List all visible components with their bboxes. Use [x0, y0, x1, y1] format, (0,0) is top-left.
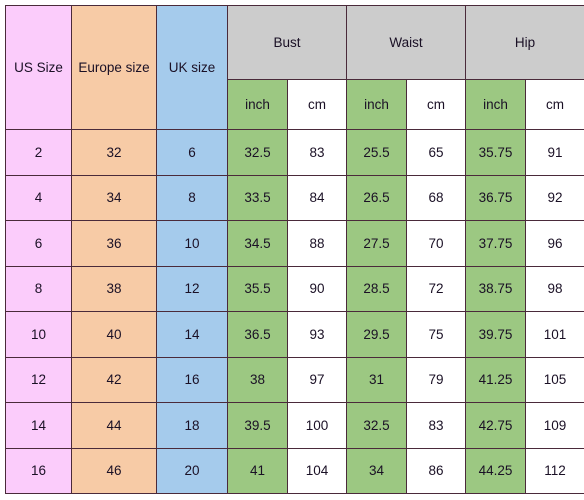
column-header-hip: Hip	[465, 5, 584, 80]
cell-waist-inch: 26.5	[346, 174, 408, 221]
cell-waist-inch: 27.5	[346, 220, 408, 267]
cell-us-size: 10	[5, 311, 72, 358]
unit-header-waist-inch: inch	[346, 79, 408, 130]
cell-hip-inch: 36.75	[465, 174, 527, 221]
table-body: 2 32 6 32.5 83 25.5 65 35.75 91 4 34 8 33.5 84 26.5 68 3…	[5, 129, 584, 494]
cell-uk-size: 14	[156, 311, 228, 358]
table-row: 14 44 18 39.5 100 32.5 83 42.75 109	[5, 402, 584, 449]
cell-hip-inch: 37.75	[465, 220, 527, 267]
cell-hip-cm: 105	[525, 356, 584, 403]
cell-hip-cm: 91	[525, 129, 584, 176]
cell-europe-size: 32	[71, 129, 157, 176]
cell-waist-cm: 72	[406, 265, 467, 312]
cell-bust-cm: 83	[286, 129, 348, 176]
cell-uk-size: 6	[156, 129, 228, 176]
cell-hip-cm: 109	[525, 402, 584, 449]
cell-hip-cm: 101	[525, 311, 584, 358]
cell-waist-cm: 65	[406, 129, 467, 176]
cell-uk-size: 10	[156, 220, 228, 267]
cell-waist-cm: 79	[406, 356, 467, 403]
cell-bust-inch: 33.5	[227, 174, 288, 221]
cell-waist-cm: 83	[406, 402, 467, 449]
cell-hip-cm: 98	[525, 265, 584, 312]
size-chart-container: US Size Europe size UK size Bust Waist H…	[0, 0, 584, 500]
cell-hip-cm: 112	[525, 447, 584, 494]
cell-waist-inch: 28.5	[346, 265, 408, 312]
cell-us-size: 6	[5, 220, 72, 267]
cell-hip-inch: 42.75	[465, 402, 527, 449]
cell-us-size: 16	[5, 447, 72, 494]
cell-bust-inch: 36.5	[227, 311, 288, 358]
cell-bust-cm: 97	[286, 356, 348, 403]
cell-bust-cm: 104	[286, 447, 348, 494]
column-header-uk-size: UK size	[156, 5, 228, 130]
cell-hip-inch: 44.25	[465, 447, 527, 494]
cell-bust-inch: 35.5	[227, 265, 288, 312]
cell-europe-size: 34	[71, 174, 157, 221]
cell-us-size: 4	[5, 174, 72, 221]
cell-europe-size: 44	[71, 402, 157, 449]
cell-bust-inch: 32.5	[227, 129, 288, 176]
cell-hip-cm: 92	[525, 174, 584, 221]
cell-waist-cm: 70	[406, 220, 467, 267]
column-header-us-size: US Size	[5, 5, 72, 130]
cell-us-size: 8	[5, 265, 72, 312]
cell-hip-inch: 39.75	[465, 311, 527, 358]
table-row: 10 40 14 36.5 93 29.5 75 39.75 101	[5, 311, 584, 358]
cell-us-size: 12	[5, 356, 72, 403]
cell-waist-cm: 86	[406, 447, 467, 494]
cell-waist-inch: 25.5	[346, 129, 408, 176]
table-row: 16 46 20 41 104 34 86 44.25 112	[5, 447, 584, 494]
cell-uk-size: 20	[156, 447, 228, 494]
cell-bust-cm: 93	[286, 311, 348, 358]
unit-header-hip-inch: inch	[465, 79, 527, 130]
cell-bust-cm: 90	[286, 265, 348, 312]
cell-us-size: 2	[5, 129, 72, 176]
cell-waist-cm: 68	[406, 174, 467, 221]
table-row: 2 32 6 32.5 83 25.5 65 35.75 91	[5, 129, 584, 176]
cell-waist-cm: 75	[406, 311, 467, 358]
cell-hip-inch: 35.75	[465, 129, 527, 176]
cell-uk-size: 8	[156, 174, 228, 221]
cell-bust-inch: 38	[227, 356, 288, 403]
unit-header-waist-cm: cm	[406, 79, 467, 130]
column-header-europe-size: Europe size	[71, 5, 157, 130]
unit-header-bust-cm: cm	[286, 79, 348, 130]
cell-bust-inch: 34.5	[227, 220, 288, 267]
table-header: US Size Europe size UK size Bust Waist H…	[5, 5, 584, 130]
table-row: 8 38 12 35.5 90 28.5 72 38.75 98	[5, 265, 584, 312]
column-header-bust: Bust	[226, 5, 348, 80]
cell-bust-inch: 41	[227, 447, 288, 494]
cell-hip-inch: 38.75	[465, 265, 527, 312]
cell-bust-cm: 84	[286, 174, 348, 221]
cell-uk-size: 16	[156, 356, 228, 403]
cell-waist-inch: 32.5	[346, 402, 408, 449]
cell-bust-cm: 100	[286, 402, 348, 449]
cell-europe-size: 46	[71, 447, 157, 494]
cell-waist-inch: 29.5	[346, 311, 408, 358]
cell-waist-inch: 31	[346, 356, 408, 403]
womens-size-chart-table: US Size Europe size UK size Bust Waist H…	[5, 5, 584, 494]
table-row: 12 42 16 38 97 31 79 41.25 105	[5, 356, 584, 403]
cell-waist-inch: 34	[346, 447, 408, 494]
cell-uk-size: 18	[156, 402, 228, 449]
cell-europe-size: 36	[71, 220, 157, 267]
unit-header-bust-inch: inch	[227, 79, 288, 130]
cell-hip-inch: 41.25	[465, 356, 527, 403]
unit-header-hip-cm: cm	[525, 79, 584, 130]
cell-europe-size: 40	[71, 311, 157, 358]
cell-europe-size: 42	[71, 356, 157, 403]
cell-us-size: 14	[5, 402, 72, 449]
table-row: 6 36 10 34.5 88 27.5 70 37.75 96	[5, 220, 584, 267]
header-row-groups: US Size Europe size UK size Bust Waist H…	[5, 5, 584, 130]
cell-europe-size: 38	[71, 265, 157, 312]
cell-uk-size: 12	[156, 265, 228, 312]
cell-bust-cm: 88	[286, 220, 348, 267]
cell-hip-cm: 96	[525, 220, 584, 267]
column-header-waist: Waist	[346, 5, 467, 80]
cell-bust-inch: 39.5	[227, 402, 288, 449]
table-row: 4 34 8 33.5 84 26.5 68 36.75 92	[5, 174, 584, 221]
